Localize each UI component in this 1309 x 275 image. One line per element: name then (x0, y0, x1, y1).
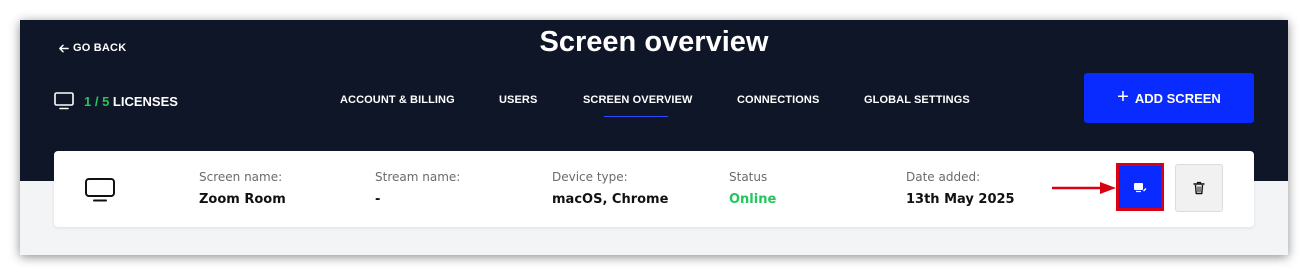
add-screen-button[interactable]: + ADD SCREEN (1084, 73, 1254, 123)
stream-name-field: Stream name: - (375, 170, 460, 207)
page-title: Screen overview (539, 26, 769, 58)
license-label: LICENSES (112, 93, 178, 109)
monitor-icon (85, 178, 115, 202)
delete-screen-button[interactable] (1175, 164, 1223, 212)
screen-row: Screen name: Zoom Room Stream name: - De… (54, 151, 1254, 227)
trash-icon (1193, 181, 1205, 195)
monitor-icon (54, 92, 74, 110)
tab-screen-overview[interactable]: SCREEN OVERVIEW (583, 94, 693, 106)
status-field: Status Online (729, 170, 776, 207)
status-value: Online (729, 192, 777, 207)
field-value: - (375, 192, 381, 207)
active-tab-indicator (604, 116, 668, 117)
field-label: Screen name: (199, 170, 283, 184)
plus-icon: + (1117, 86, 1129, 108)
annotation-arrow-icon (1052, 182, 1116, 194)
device-type-field: Device type: macOS, Chrome (552, 170, 668, 207)
field-label: Stream name: (375, 170, 461, 184)
edit-screen-icon (1134, 182, 1147, 192)
date-added-field: Date added: 13th May 2025 (906, 170, 1015, 207)
tab-users[interactable]: USERS (499, 94, 537, 106)
field-value: Zoom Room (199, 192, 286, 207)
screen-name-field: Screen name: Zoom Room (199, 170, 286, 207)
tab-global-settings[interactable]: GLOBAL SETTINGS (864, 94, 970, 106)
add-screen-label: ADD SCREEN (1134, 90, 1221, 106)
field-value: macOS, Chrome (552, 192, 669, 207)
field-label: Status (729, 170, 768, 184)
field-label: Date added: (906, 170, 981, 184)
license-count: 1 / 5 (84, 93, 110, 109)
field-value: 13th May 2025 (906, 192, 1015, 207)
license-counter: 1 / 5 LICENSES (54, 92, 178, 110)
tab-account-billing[interactable]: ACCOUNT & BILLING (340, 94, 455, 106)
edit-screen-button[interactable] (1116, 163, 1164, 211)
app-window: GO BACK Screen overview 1 / 5 LICENSES A… (20, 20, 1288, 255)
field-label: Device type: (552, 170, 628, 184)
tab-connections[interactable]: CONNECTIONS (737, 94, 819, 106)
